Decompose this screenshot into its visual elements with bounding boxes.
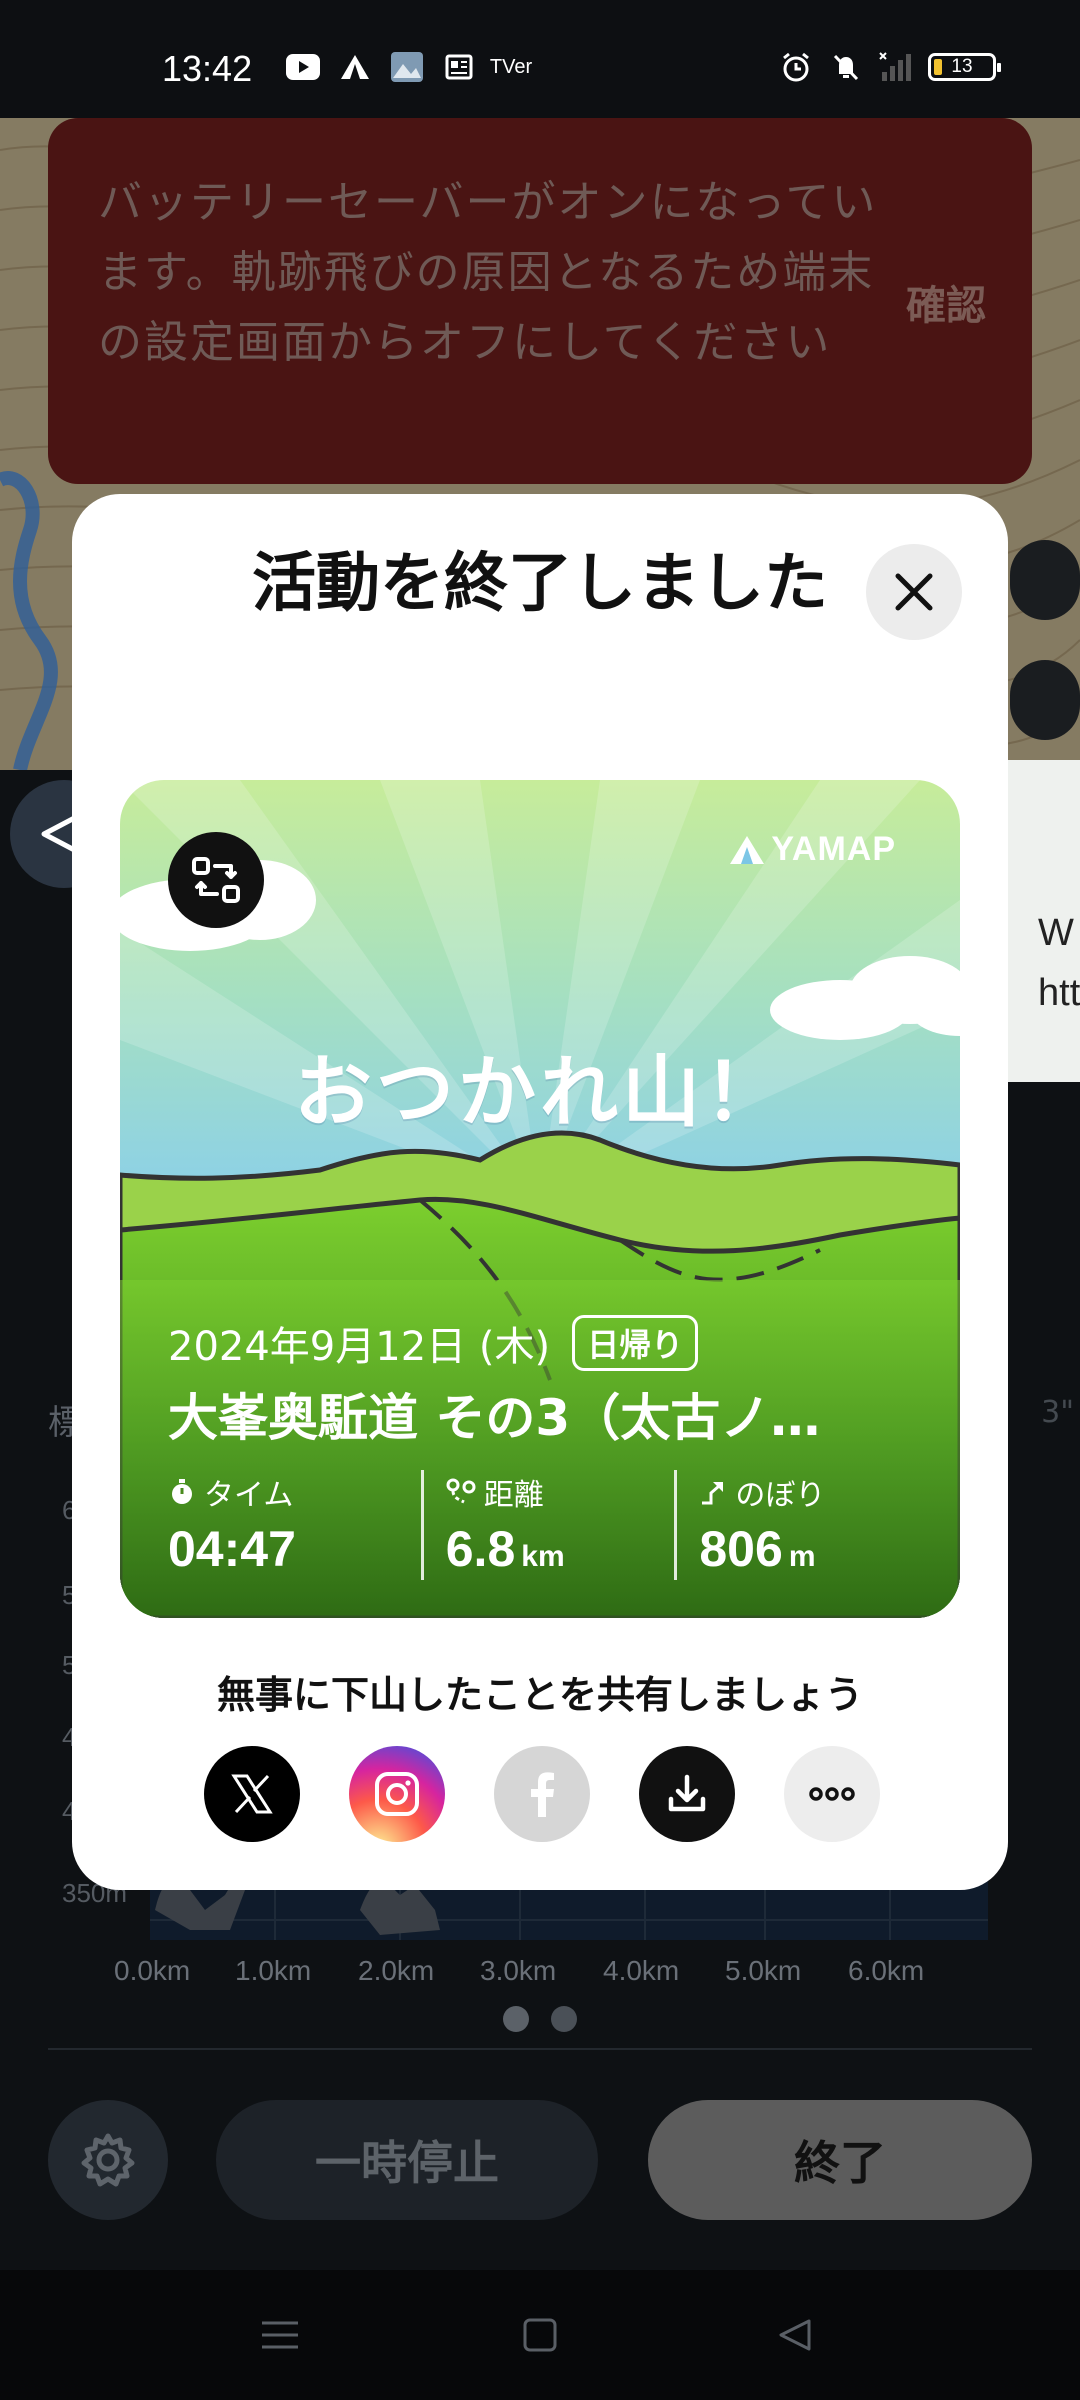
x-axis-tick: 3.0km <box>480 1955 557 1986</box>
swap-design-button[interactable] <box>168 832 264 928</box>
end-button[interactable]: 終了 <box>648 2100 1032 2220</box>
pause-button[interactable]: 一時停止 <box>216 2100 598 2220</box>
x-axis-tick: 5.0km <box>725 1955 802 1986</box>
battery-icon: 13 <box>928 53 1001 81</box>
alarm-icon <box>778 52 814 82</box>
mute-icon <box>828 52 864 82</box>
stat-label: のぼり <box>735 1478 826 1513</box>
peek-card-text: W <box>1038 912 1074 954</box>
tver-icon: TVer <box>489 55 533 78</box>
activity-name: 大峯奥駈道 その3（太古ノ… <box>168 1389 821 1447</box>
stat-label: 距離 <box>483 1478 544 1513</box>
stat-unit: km <box>521 1540 565 1573</box>
x-axis-tick: 1.0km <box>235 1955 312 1986</box>
gear-icon <box>81 2133 135 2187</box>
ascent-icon <box>702 1482 724 1505</box>
yamap-logo-icon <box>730 835 765 864</box>
share-card: YAMAP おつかれ山！ 2024年9月12日 (木) 日帰り 大峯奥駈道 その… <box>120 780 960 1618</box>
menu-icon <box>262 2321 298 2349</box>
settings-button[interactable] <box>48 2100 168 2220</box>
modal-title: 活動を終了しました <box>252 547 828 621</box>
stat-value: 806 <box>699 1521 783 1577</box>
youtube-icon <box>285 52 321 82</box>
x-icon <box>231 1774 273 1814</box>
stopwatch-icon <box>172 1479 192 1504</box>
facebook-icon <box>531 1772 554 1817</box>
yamap-logo: YAMAP <box>729 830 896 869</box>
day-trip-tag: 日帰り <box>572 1315 699 1371</box>
banner-message: バッテリーセーバーがオンになっています。軌跡飛びの原因となるため端末の設定画面か… <box>98 177 878 368</box>
pager-dot[interactable] <box>551 2006 577 2032</box>
share-facebook-button[interactable] <box>494 1746 590 1842</box>
x-axis-tick: 6.0km <box>848 1955 925 1986</box>
yamap-icon <box>337 52 373 82</box>
activity-date: 2024年9月12日 (木) <box>168 1324 551 1370</box>
home-button[interactable] <box>510 2310 570 2360</box>
share-instagram-button[interactable] <box>349 1746 445 1842</box>
instagram-icon <box>375 1772 419 1816</box>
x-axis-tick: 2.0km <box>358 1955 435 1986</box>
battery-saver-banner: バッテリーセーバーがオンになっています。軌跡飛びの原因となるため端末の設定画面か… <box>48 118 1032 484</box>
recents-button[interactable] <box>250 2310 310 2360</box>
activity-stats: タイム 04:47 距離 6.8 km のぼり 806 m <box>168 1470 928 1580</box>
route-icon <box>446 1478 476 1504</box>
download-icon <box>668 1774 706 1812</box>
stat-label: タイム <box>204 1478 294 1513</box>
stat-time: タイム 04:47 <box>168 1470 421 1580</box>
status-bar: 13:42 TVer 13 <box>0 0 1080 118</box>
controls-divider <box>48 2048 1032 2050</box>
activity-complete-modal: 活動を終了しました YAMAP おつかれ山！ 2024年9月12日 (木) 日帰… <box>72 494 1008 1890</box>
pager-dot-active[interactable] <box>503 2006 529 2032</box>
signal-icon <box>878 52 914 82</box>
brand-text: YAMAP <box>771 830 896 868</box>
share-buttons <box>204 1746 880 1842</box>
stat-distance: 距離 6.8 km <box>420 1470 675 1580</box>
swap-icon <box>192 857 240 903</box>
share-x-button[interactable] <box>204 1746 300 1842</box>
news-icon <box>441 52 477 82</box>
stat-value: 04:47 <box>168 1521 296 1577</box>
stat-value: 6.8 <box>445 1521 516 1577</box>
square-icon <box>523 2318 557 2352</box>
stat-unit: m <box>788 1540 816 1573</box>
share-prompt: 無事に下山したことを共有しましょう <box>216 1673 863 1717</box>
x-axis-tick: 4.0km <box>603 1955 680 1986</box>
x-axis-tick: 0.0km <box>114 1955 191 1986</box>
download-button[interactable] <box>639 1746 735 1842</box>
banner-confirm-button[interactable]: 確認 <box>906 273 986 331</box>
peek-card-link: htt <box>1038 972 1080 1014</box>
close-button[interactable] <box>866 544 962 640</box>
status-time: 13:42 <box>162 48 253 89</box>
more-share-button[interactable] <box>784 1746 880 1842</box>
back-button[interactable] <box>765 2310 825 2360</box>
triangle-back-icon <box>779 2319 811 2351</box>
stat-ascent: のぼり 806 m <box>674 1470 928 1580</box>
system-status-icons: 13 <box>778 52 1001 82</box>
catchphrase: おつかれ山！ <box>293 1048 786 1138</box>
notification-icons: TVer <box>285 52 533 82</box>
close-icon <box>895 573 933 611</box>
date-row: 2024年9月12日 (木) 日帰り <box>168 1314 699 1372</box>
more-icon <box>809 1787 855 1801</box>
photo-icon <box>389 52 425 82</box>
